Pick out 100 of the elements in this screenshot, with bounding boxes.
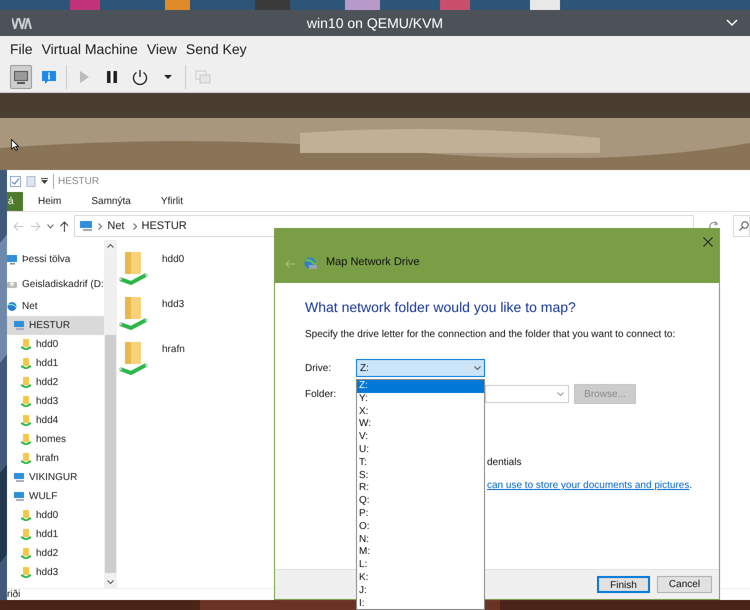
tree-item[interactable]: hdd1 <box>7 354 104 373</box>
menu-item[interactable]: File <box>10 38 33 60</box>
dropdown-option[interactable]: J: <box>357 584 484 598</box>
scroll-down-icon[interactable] <box>107 580 114 584</box>
tree-item[interactable]: hdd0 <box>7 335 104 354</box>
network-folder-icon <box>21 567 31 578</box>
network-folder-icon <box>21 339 31 350</box>
app-logo-icon <box>12 18 32 29</box>
dialog-heading: What network folder would you like to map? <box>305 298 577 317</box>
checkbox-label: dentials <box>487 456 522 470</box>
properties-icon[interactable] <box>10 176 21 186</box>
drive-label: Drive: <box>305 362 332 376</box>
dropdown-option[interactable]: K: <box>357 572 484 585</box>
item-name[interactable]: hdd3 <box>162 297 184 312</box>
tree-item[interactable]: hrafn <box>7 449 104 468</box>
network-folder-icon[interactable] <box>119 340 149 376</box>
menu-item[interactable]: Virtual Machine <box>42 38 138 60</box>
tree-item[interactable]: hdd4 <box>7 411 104 430</box>
breadcrumb[interactable]: HESTUR <box>142 218 187 234</box>
chevron-right-icon <box>98 222 102 230</box>
storage-link[interactable]: can use to store your documents and pictures <box>487 478 690 493</box>
tree-item[interactable]: homes <box>7 430 104 449</box>
dropdown-option[interactable]: L: <box>357 559 484 572</box>
network-folder-icon <box>21 415 31 426</box>
tree-item[interactable]: Net <box>7 297 104 316</box>
ribbon-tab[interactable]: Samnýta <box>76 192 146 211</box>
instruction-text: Specify the drive letter for the connection and the folder that you want to connect to: <box>305 328 676 342</box>
window-title: HESTUR <box>53 174 100 188</box>
search-icon <box>738 221 749 231</box>
dropdown-option[interactable]: R: <box>357 482 484 496</box>
dropdown-option[interactable]: W: <box>357 418 484 432</box>
dialog-button[interactable]: Cancel <box>657 576 712 593</box>
menu-item[interactable]: Send Key <box>186 38 247 60</box>
folder-icon[interactable] <box>26 176 36 186</box>
dropdown-option[interactable]: I: <box>357 598 484 609</box>
dropdown-option[interactable]: T: <box>357 456 484 470</box>
ribbon-tab[interactable]: Yfirlit <box>146 192 198 211</box>
chevron-icon <box>557 392 564 396</box>
tree-item[interactable]: Þessi tölva <box>7 247 104 272</box>
tree-item[interactable]: hdd2 <box>7 544 104 563</box>
window-title: win10 on QEMU/KVM <box>306 14 444 33</box>
network-folder-icon <box>21 434 31 445</box>
tree-item[interactable]: hdd0 <box>7 506 104 525</box>
network-computer-icon <box>14 491 24 502</box>
menu-item[interactable]: View <box>146 38 177 60</box>
tree-item[interactable]: WULF <box>7 487 104 506</box>
dropdown-option[interactable]: Q: <box>357 495 484 508</box>
dropdown-option[interactable]: U: <box>357 444 484 457</box>
close-icon[interactable] <box>703 237 713 247</box>
item-name[interactable]: hrafn <box>162 342 185 357</box>
network-drive-icon <box>304 257 317 270</box>
scroll-up-icon[interactable] <box>107 244 114 248</box>
network-folder-icon[interactable] <box>119 295 149 331</box>
search-field[interactable] <box>732 215 750 237</box>
chevron-icon[interactable] <box>46 224 54 228</box>
network-icon <box>7 301 17 312</box>
tree-item[interactable]: Geisladiskadrif (D: <box>7 272 104 297</box>
chevron-right-icon <box>132 222 136 230</box>
ribbon-tab[interactable]: Heim <box>23 192 76 211</box>
caret-icon <box>164 75 172 79</box>
dialog-title: Map Network Drive <box>326 254 420 270</box>
network-folder-icon <box>21 358 31 369</box>
up-arrow-icon[interactable] <box>60 220 68 232</box>
network-folder-icon <box>21 529 31 540</box>
dropdown-option[interactable]: Z: <box>357 380 484 393</box>
dropdown-option[interactable]: V: <box>357 431 484 444</box>
scrollbar[interactable] <box>104 240 117 588</box>
folder-label: Folder: <box>305 388 338 402</box>
network-folder-icon <box>21 377 31 388</box>
file-tab[interactable]: á <box>7 192 23 211</box>
dropdown-option[interactable]: Y: <box>357 392 484 406</box>
tree-item[interactable]: hdd3 <box>7 392 104 411</box>
link-punctuation: . <box>689 479 692 493</box>
network-folder-icon[interactable] <box>119 250 149 286</box>
dropdown-option[interactable]: P: <box>357 508 484 521</box>
network-folder-icon <box>21 510 31 521</box>
tree-item[interactable]: hdd1 <box>7 525 104 544</box>
computer-icon <box>7 254 17 265</box>
network-computer-icon <box>14 472 24 483</box>
dropdown-option[interactable]: M: <box>357 546 484 560</box>
dropdown-option[interactable]: N: <box>357 534 484 546</box>
dialog-button[interactable]: Finish <box>597 576 650 593</box>
power-icon <box>130 67 150 87</box>
scrollbar-thumb[interactable] <box>105 335 116 573</box>
tree-item[interactable]: hdd2 <box>7 373 104 392</box>
dropdown-option[interactable]: O: <box>357 520 484 534</box>
disc-drive-icon <box>7 279 17 290</box>
chevron-icon <box>474 366 481 370</box>
network-folder-icon <box>21 396 31 407</box>
tree-item[interactable]: VIKINGUR <box>7 468 104 487</box>
breadcrumb[interactable]: Net <box>107 218 124 234</box>
tree-item[interactable]: HESTUR <box>7 316 104 335</box>
dropdown-option[interactable]: X: <box>357 406 484 418</box>
dropdown-icon[interactable] <box>41 178 48 184</box>
dropdown-option[interactable]: S: <box>357 470 484 482</box>
tree-item[interactable]: hdd3 <box>7 563 104 582</box>
drive-select[interactable]: Z: <box>356 359 485 377</box>
item-name[interactable]: hdd0 <box>162 252 184 267</box>
mouse-cursor-icon <box>11 139 19 151</box>
network-folder-icon <box>21 453 31 464</box>
